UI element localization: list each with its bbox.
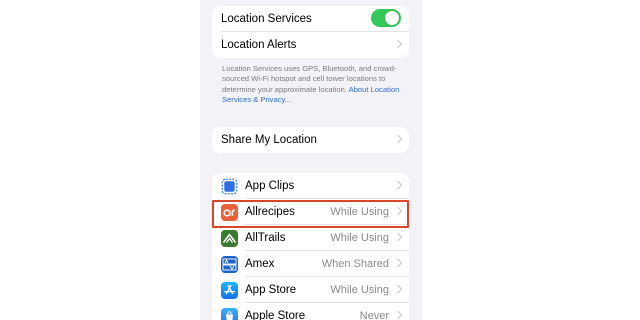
allrecipes-icon — [221, 203, 238, 221]
app-row-amex[interactable]: Amex When Shared — [212, 251, 409, 277]
app-permission-value: Never — [359, 310, 389, 320]
chevron-right-icon — [393, 206, 403, 216]
chevron-right-icon — [393, 134, 403, 144]
settings-screen: Location Services Location Alerts Locati… — [200, 0, 422, 320]
app-row-apple-store[interactable]: Apple Store Never — [212, 303, 409, 320]
app-row-allrecipes[interactable]: Allrecipes While Using — [212, 199, 409, 225]
location-services-footnote: Location Services uses GPS, Bluetooth, a… — [222, 64, 402, 106]
app-name: AllTrails — [245, 232, 286, 244]
location-alerts-label: Location Alerts — [221, 39, 297, 51]
location-settings-group: Location Services Location Alerts — [212, 6, 409, 58]
app-row-alltrails[interactable]: AllTrails While Using — [212, 225, 409, 251]
app-store-icon — [221, 281, 238, 299]
app-permission-value: While Using — [330, 232, 389, 244]
chevron-right-icon — [393, 180, 403, 190]
app-clips-icon — [221, 177, 238, 195]
alltrails-icon — [221, 229, 238, 247]
app-permission-value: When Shared — [321, 258, 389, 270]
chevron-right-icon — [393, 310, 403, 320]
share-my-location-label: Share My Location — [221, 134, 317, 146]
toggle-knob — [385, 11, 399, 25]
app-name: App Store — [245, 284, 297, 296]
chevron-right-icon — [393, 232, 403, 242]
chevron-right-icon — [393, 39, 403, 49]
chevron-right-icon — [393, 284, 403, 294]
app-name: Apple Store — [245, 310, 306, 320]
apple-store-icon — [221, 307, 238, 320]
location-alerts-row[interactable]: Location Alerts — [212, 32, 409, 58]
app-permission-value: While Using — [330, 284, 389, 296]
share-location-group: Share My Location — [212, 127, 409, 153]
app-name: Allrecipes — [245, 206, 295, 218]
share-my-location-row[interactable]: Share My Location — [212, 127, 409, 153]
app-name: App Clips — [245, 180, 295, 192]
location-services-row[interactable]: Location Services — [212, 6, 409, 32]
app-row-app-clips[interactable]: App Clips — [212, 173, 409, 199]
app-permission-value: While Using — [330, 206, 389, 218]
location-services-toggle[interactable] — [371, 9, 401, 27]
app-row-app-store[interactable]: App Store While Using — [212, 277, 409, 303]
apps-list: App Clips Allrecipes While Using AllTrai… — [212, 173, 409, 320]
app-name: Amex — [245, 258, 275, 270]
chevron-right-icon — [393, 258, 403, 268]
amex-icon — [221, 255, 238, 273]
location-services-label: Location Services — [221, 13, 312, 25]
